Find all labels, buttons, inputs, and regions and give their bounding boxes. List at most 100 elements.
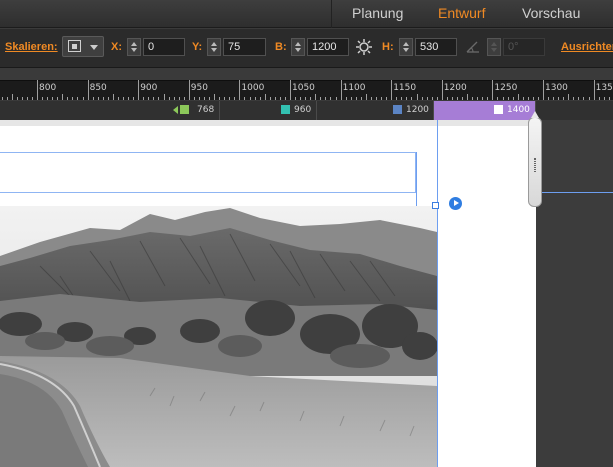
ruler-minor-tick [234,97,236,100]
dropdown-icon [90,45,98,50]
ruler-minor-tick [62,94,64,100]
ruler-minor-tick [97,97,99,100]
x-input[interactable] [143,38,185,56]
ruler-major-tick [441,80,443,100]
ruler-minor-tick [325,97,327,100]
b-input[interactable] [307,38,349,56]
ruler-minor-tick [31,97,33,100]
ruler-minor-tick [558,97,560,100]
ruler-minor-tick [173,97,175,100]
ruler-minor-tick [67,97,69,100]
ruler-minor-tick [477,97,479,100]
ruler-minor-tick [274,97,276,100]
ruler-minor-tick [249,97,251,100]
lock-scale-icon [68,40,81,52]
ruler-minor-tick [446,97,448,100]
ruler-major-tick [340,80,342,100]
ruler-minor-tick [482,97,484,100]
ruler-minor-tick [310,97,312,100]
ruler-minor-tick [168,97,170,100]
ruler-major-tick [87,80,89,100]
ruler-minor-tick [47,97,49,100]
ruler-minor-tick [386,97,388,100]
tab-vorschau[interactable]: Vorschau [522,5,580,21]
y-input[interactable] [223,38,266,56]
ruler-minor-tick [350,97,352,100]
ruler-minor-tick [52,97,54,100]
ruler-minor-tick [527,97,529,100]
ruler-minor-tick [92,97,94,100]
ruler-minor-tick [102,97,104,100]
header-box[interactable] [0,152,416,193]
ruler-minor-tick [224,97,226,100]
ruler-minor-tick [244,97,246,100]
ruler-label: 900 [140,83,158,93]
ruler-minor-tick [370,97,372,100]
ruler-minor-tick [563,97,565,100]
ruler-minor-tick [117,97,119,100]
breakpoint-resize-handle[interactable] [528,111,542,207]
h-input[interactable] [415,38,457,56]
horizontal-ruler: 800 850 900 950 1000 1050 1100 1150 1200 1250 1300… [0,80,613,101]
selection-handle[interactable] [432,202,439,209]
vertical-guide[interactable] [437,120,438,467]
ruler-minor-tick [426,97,428,100]
ruler-major-tick [290,80,291,100]
ruler-minor-tick [203,97,205,100]
angle-input [503,38,545,56]
ruler-minor-tick [77,97,79,100]
horizontal-guide[interactable] [541,192,613,193]
b-stepper[interactable] [291,38,305,56]
ruler-minor-tick [16,97,18,100]
ruler-minor-tick [11,94,13,100]
breakpoint-1200[interactable]: 1200 [317,101,434,120]
ruler-minor-tick [573,97,575,100]
ruler-minor-tick [345,97,347,100]
breakpoint-768[interactable]: 768 [0,101,220,120]
ruler-minor-tick [300,97,302,100]
ruler-minor-tick [158,97,160,100]
ruler-minor-tick [82,97,84,100]
breakpoint-label: 1200 [406,105,429,115]
tab-planung[interactable]: Planung [352,5,403,21]
ruler-minor-tick [522,97,524,100]
ruler-minor-tick [178,97,180,100]
angle-stepper [487,38,501,56]
tab-entwurf[interactable]: Entwurf [438,5,485,21]
ruler-minor-tick [264,94,266,100]
ruler-minor-tick [72,97,74,100]
ruler-minor-tick [451,97,453,100]
scale-mode-button[interactable] [62,36,104,57]
ruler-minor-tick [608,97,610,100]
ruler-minor-tick [376,97,378,100]
breakpoint-bar: 768 960 1200 1400 [0,101,613,120]
align-label[interactable]: Ausrichten [561,41,613,53]
ruler-minor-tick [214,94,216,100]
ruler-minor-tick [133,97,135,100]
ruler-minor-tick [198,97,200,100]
ruler-minor-tick [365,94,367,100]
proportion-gear-icon[interactable] [356,39,372,55]
ruler-minor-tick [284,97,286,100]
breakpoint-960[interactable]: 960 [220,101,317,120]
ruler-minor-tick [381,97,383,100]
ruler-label: 1000 [241,83,265,93]
ruler-minor-tick [512,97,514,100]
h-stepper[interactable] [399,38,413,56]
breakpoint-1400[interactable]: 1400 [434,101,536,120]
breakpoint-label: 768 [197,105,215,115]
breakpoint-label: 1400 [507,105,530,115]
ruler-minor-tick [259,97,261,100]
ruler-minor-tick [472,97,474,100]
play-icon[interactable] [449,197,462,210]
landscape-image[interactable] [0,206,437,467]
ruler-minor-tick [148,97,150,100]
y-stepper[interactable] [207,38,221,56]
ruler-minor-tick [128,97,130,100]
ruler-minor-tick [123,97,125,100]
ruler-minor-tick [335,97,337,100]
x-stepper[interactable] [127,38,141,56]
breakpoint-label: 960 [294,105,312,115]
page-top-edge [0,120,536,126]
b-label: B: [275,41,287,53]
